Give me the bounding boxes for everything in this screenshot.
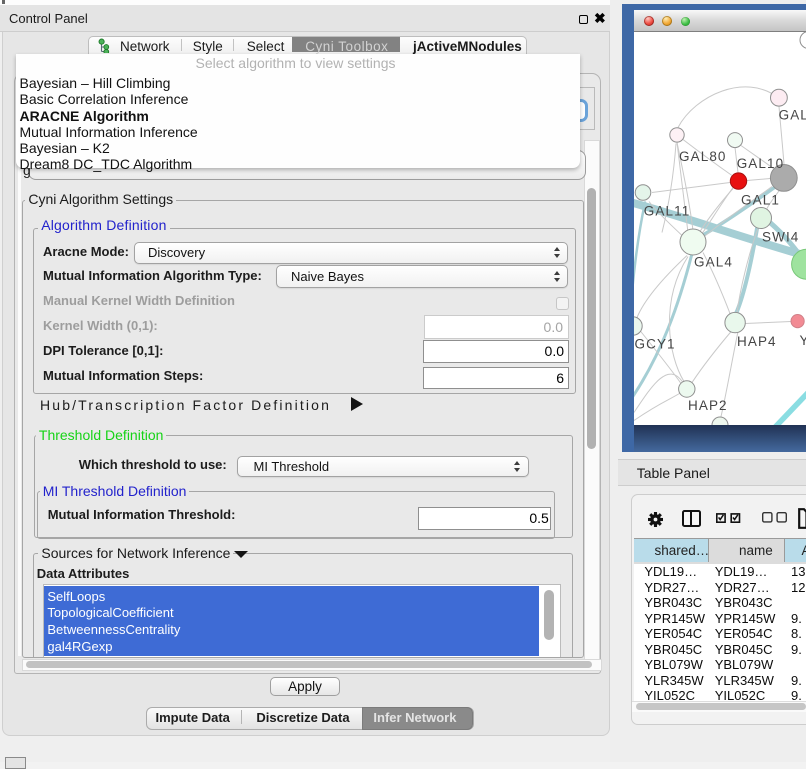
svg-text:GAL4: GAL4 — [694, 254, 733, 269]
svg-text:GAL1: GAL1 — [741, 192, 780, 207]
svg-text:GCY1: GCY1 — [635, 336, 676, 351]
svg-text:GAL7: GAL7 — [779, 107, 806, 122]
svg-text:HAP4: HAP4 — [737, 334, 777, 349]
svg-text:GAL11: GAL11 — [644, 203, 691, 218]
svg-text:HAP2: HAP2 — [688, 398, 728, 413]
svg-text:GAL10: GAL10 — [737, 156, 785, 171]
svg-text:GAL80: GAL80 — [679, 149, 727, 164]
svg-text:SWI4: SWI4 — [762, 229, 799, 244]
svg-text:Y: Y — [800, 333, 806, 348]
